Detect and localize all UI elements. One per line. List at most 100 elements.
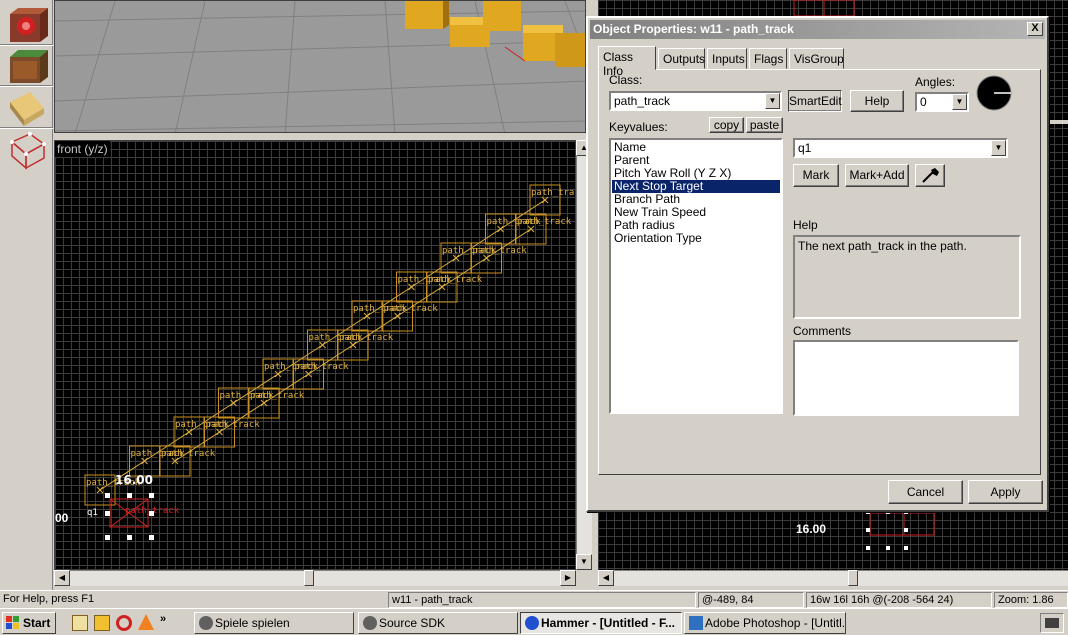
eyedropper-icon[interactable] [915,164,945,187]
apply-button[interactable]: Apply [968,480,1043,504]
scroll-right-icon[interactable]: ▶ [560,570,576,586]
path-track-label: path_track [295,362,350,372]
chevron-icon[interactable]: » [160,613,166,625]
path-track-label: path_track [161,449,216,459]
help-text-box: The next path_track in the path. [793,235,1021,319]
class-value: path_track [614,94,671,108]
angles-select[interactable]: 0 ▼ [915,92,969,112]
dialog-title-bar[interactable]: Object Properties: w11 - path_track X [590,20,1045,39]
task-label: Source SDK [379,616,446,630]
path-track-label: path_track [250,391,305,401]
photoshop-icon [689,616,703,630]
hammer-icon [525,616,539,630]
task-label: Spiele spielen [215,616,290,630]
path-track-label: path_track [206,420,261,430]
front-viewport[interactable]: front (y/z) path_track path_track path_tra… [54,140,576,570]
selected-path-track[interactable]: path_track [105,493,180,540]
status-zoom: Zoom: 1.86 [994,592,1068,608]
angles-value: 0 [920,95,927,109]
path-track-boxes-3d [405,1,585,67]
task-spiele-spielen[interactable]: Spiele spielen [194,612,354,634]
mark-button[interactable]: Mark [793,164,839,187]
status-help: For Help, press F1 [3,593,95,605]
path-track-diagram: path_track path_track path_track path_track… [84,184,576,540]
scroll-left-icon[interactable]: ◀ [598,570,614,586]
start-label: Start [23,616,51,630]
apply-texture-icon[interactable] [4,88,48,128]
chevron-down-icon[interactable]: ▼ [991,140,1006,156]
size-readout-right: 16.00 [796,522,827,536]
folder-icon[interactable] [94,615,110,631]
size-readout: 16.00 [115,473,153,487]
help-label: Help [793,218,818,232]
steam-icon [199,616,213,630]
path-track-label: path_track [517,217,572,227]
scroll-thumb[interactable] [304,570,314,586]
camera-viewport[interactable] [54,0,586,133]
path-track-label: path_track [531,188,576,198]
windows-logo-icon [6,616,19,629]
decal-tool-icon[interactable] [4,6,48,46]
opera-icon[interactable] [116,615,132,631]
value-field-text: q1 [798,141,812,155]
status-size: 16w 16l 16h @(-208 -564 24) [806,592,992,608]
path-track-chain-a: path_track path_track path_track path_track… [84,184,576,506]
tab-flags[interactable]: Flags [749,48,787,69]
start-button[interactable]: Start [2,612,56,634]
task-label: Adobe Photoshop - [Untitl... [705,616,846,630]
copy-button[interactable]: copy [709,117,744,133]
selected-entity-name: q1 [87,508,98,518]
path-track-label: path_track [473,246,528,256]
task-photoshop[interactable]: Adobe Photoshop - [Untitl... [684,612,846,634]
path-track-label: path_track [384,304,439,314]
task-source-sdk[interactable]: Source SDK [358,612,518,634]
angles-label: Angles: [915,75,956,89]
status-selection: w11 - path_track [388,592,696,608]
scroll-left-icon[interactable]: ◀ [54,570,70,586]
task-hammer[interactable]: Hammer - [Untitled - F... [520,612,682,634]
quick-launch: » [70,613,170,633]
keyvalue-item[interactable]: Orientation Type [612,232,780,245]
texture-tool-icon[interactable] [4,47,48,87]
steam-icon [363,616,377,630]
chevron-down-icon[interactable]: ▼ [765,93,780,109]
path-track-label: path_track [339,333,394,343]
vertex-tool-icon[interactable] [4,130,48,170]
paste-button[interactable]: paste [746,117,783,133]
dialog-title: Object Properties: w11 - path_track [593,22,794,36]
mark-add-button[interactable]: Mark+Add [845,164,909,187]
class-select[interactable]: path_track ▼ [609,91,782,111]
keyvalues-list[interactable]: Name Parent Pitch Yaw Roll (Y Z X) Next Sto… [609,138,783,414]
tab-outputs[interactable]: Outputs [658,48,705,69]
status-coords: @-489, 84 [698,592,804,608]
side-view-hscroll[interactable]: ◀ [598,570,1068,586]
size-readout-edge: 00 [55,511,69,525]
tab-class-info[interactable]: Class Info [598,46,656,78]
tool-bar [0,0,53,590]
status-bar: For Help, press F1 w11 - path_track @-48… [0,590,1068,608]
scroll-down-icon[interactable]: ▼ [576,554,592,570]
smartedit-button[interactable]: SmartEdit [788,90,842,112]
tab-visgroup[interactable]: VisGroup [789,48,844,69]
comments-label: Comments [793,324,852,338]
object-properties-dialog: Object Properties: w11 - path_track X Cl… [586,16,1049,512]
close-icon[interactable]: X [1027,22,1043,36]
class-info-panel: Class: path_track ▼ SmartEdit Help Angle… [598,69,1041,475]
front-view-hscroll[interactable]: ◀ ▶ [54,570,576,586]
keyvalues-label: Keyvalues: [609,120,668,134]
taskbar: Start » Spiele spielen Source SDK Hammer… [0,608,1068,635]
path-track-chain-b: path_track path_track path_track path_track… [159,213,572,477]
task-label: Hammer - [Untitled - F... [541,616,676,630]
help-button[interactable]: Help [850,90,904,112]
scroll-thumb[interactable] [848,570,858,586]
notepad-icon[interactable] [72,615,88,631]
cancel-button[interactable]: Cancel [888,480,963,504]
comments-input[interactable] [793,340,1019,416]
chevron-down-icon[interactable]: ▼ [952,94,967,110]
value-select[interactable]: q1 ▼ [793,138,1008,158]
angle-dial-icon[interactable] [975,74,1013,112]
vlc-icon[interactable] [138,614,154,630]
tab-inputs[interactable]: Inputs [707,48,747,69]
tray-network-icon[interactable] [1040,613,1064,633]
path-track-label: path_track [428,275,483,285]
